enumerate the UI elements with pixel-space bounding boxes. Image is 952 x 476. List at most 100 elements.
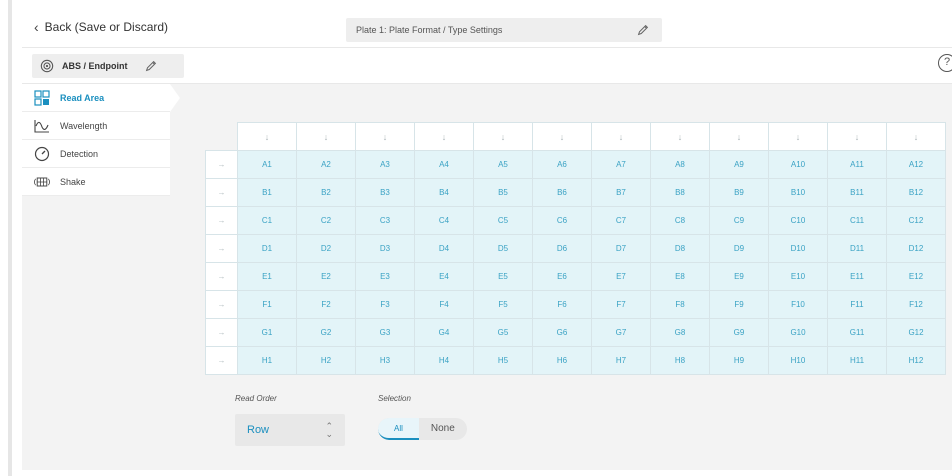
plate-well[interactable]: H6 — [532, 346, 592, 375]
plate-well[interactable]: D11 — [827, 234, 887, 263]
plate-well[interactable]: F2 — [296, 290, 356, 319]
plate-well[interactable]: C12 — [886, 206, 946, 235]
row-select-arrow[interactable]: → — [205, 318, 238, 347]
plate-well[interactable]: A1 — [237, 150, 297, 179]
plate-well[interactable]: B11 — [827, 178, 887, 207]
select-none-button[interactable]: None — [419, 418, 467, 440]
plate-well[interactable]: B8 — [650, 178, 710, 207]
row-select-arrow[interactable]: → — [205, 206, 238, 235]
plate-well[interactable]: D12 — [886, 234, 946, 263]
plate-well[interactable]: A12 — [886, 150, 946, 179]
plate-well[interactable]: B10 — [768, 178, 828, 207]
plate-well[interactable]: F12 — [886, 290, 946, 319]
column-select-arrow[interactable]: ↓ — [591, 122, 651, 151]
plate-well[interactable]: H8 — [650, 346, 710, 375]
plate-well[interactable]: C3 — [355, 206, 415, 235]
plate-well[interactable]: F1 — [237, 290, 297, 319]
column-select-arrow[interactable]: ↓ — [473, 122, 533, 151]
plate-well[interactable]: E10 — [768, 262, 828, 291]
sidebar-item-detection[interactable]: Detection — [22, 140, 170, 168]
column-select-arrow[interactable]: ↓ — [355, 122, 415, 151]
plate-well[interactable]: G1 — [237, 318, 297, 347]
plate-well[interactable]: H11 — [827, 346, 887, 375]
sidebar-item-read-area[interactable]: Read Area — [22, 84, 180, 112]
measurement-mode-chip[interactable]: ABS / Endpoint — [32, 54, 184, 78]
plate-well[interactable]: F11 — [827, 290, 887, 319]
plate-well[interactable]: B9 — [709, 178, 769, 207]
plate-well[interactable]: D3 — [355, 234, 415, 263]
sidebar-item-wavelength[interactable]: Wavelength — [22, 112, 170, 140]
column-select-arrow[interactable]: ↓ — [414, 122, 474, 151]
plate-well[interactable]: G12 — [886, 318, 946, 347]
column-select-arrow[interactable]: ↓ — [532, 122, 592, 151]
plate-well[interactable]: B2 — [296, 178, 356, 207]
plate-well[interactable]: B7 — [591, 178, 651, 207]
plate-well[interactable]: H1 — [237, 346, 297, 375]
plate-well[interactable]: C5 — [473, 206, 533, 235]
plate-well[interactable]: H12 — [886, 346, 946, 375]
plate-well[interactable]: A7 — [591, 150, 651, 179]
plate-well[interactable]: F10 — [768, 290, 828, 319]
plate-well[interactable]: F4 — [414, 290, 474, 319]
row-select-arrow[interactable]: → — [205, 290, 238, 319]
plate-well[interactable]: A4 — [414, 150, 474, 179]
plate-well[interactable]: A3 — [355, 150, 415, 179]
plate-well[interactable]: A5 — [473, 150, 533, 179]
plate-well[interactable]: D5 — [473, 234, 533, 263]
plate-well[interactable]: F8 — [650, 290, 710, 319]
plate-well[interactable]: E8 — [650, 262, 710, 291]
plate-well[interactable]: D4 — [414, 234, 474, 263]
help-icon[interactable]: ? — [938, 54, 952, 72]
plate-well[interactable]: C11 — [827, 206, 887, 235]
plate-well[interactable]: G7 — [591, 318, 651, 347]
plate-well[interactable]: D9 — [709, 234, 769, 263]
plate-well[interactable]: H9 — [709, 346, 769, 375]
plate-well[interactable]: G3 — [355, 318, 415, 347]
plate-well[interactable]: G2 — [296, 318, 356, 347]
plate-well[interactable]: A2 — [296, 150, 356, 179]
column-select-arrow[interactable]: ↓ — [827, 122, 887, 151]
column-select-arrow[interactable]: ↓ — [709, 122, 769, 151]
sidebar-item-shake[interactable]: Shake — [22, 168, 170, 196]
plate-well[interactable]: A6 — [532, 150, 592, 179]
row-select-arrow[interactable]: → — [205, 346, 238, 375]
plate-well[interactable]: H2 — [296, 346, 356, 375]
plate-well[interactable]: B4 — [414, 178, 474, 207]
pencil-icon[interactable] — [144, 59, 158, 73]
plate-well[interactable]: C9 — [709, 206, 769, 235]
plate-well[interactable]: E9 — [709, 262, 769, 291]
plate-well[interactable]: H4 — [414, 346, 474, 375]
plate-well[interactable]: H5 — [473, 346, 533, 375]
plate-well[interactable]: D8 — [650, 234, 710, 263]
plate-well[interactable]: E2 — [296, 262, 356, 291]
plate-well[interactable]: G9 — [709, 318, 769, 347]
plate-well[interactable]: F9 — [709, 290, 769, 319]
column-select-arrow[interactable]: ↓ — [237, 122, 297, 151]
plate-settings-title[interactable]: Plate 1: Plate Format / Type Settings — [346, 18, 662, 42]
plate-well[interactable]: B5 — [473, 178, 533, 207]
plate-well[interactable]: G11 — [827, 318, 887, 347]
plate-well[interactable]: B6 — [532, 178, 592, 207]
plate-well[interactable]: E1 — [237, 262, 297, 291]
plate-well[interactable]: D6 — [532, 234, 592, 263]
plate-well[interactable]: C10 — [768, 206, 828, 235]
column-select-arrow[interactable]: ↓ — [650, 122, 710, 151]
plate-well[interactable]: C8 — [650, 206, 710, 235]
plate-well[interactable]: C6 — [532, 206, 592, 235]
plate-well[interactable]: D10 — [768, 234, 828, 263]
plate-well[interactable]: E3 — [355, 262, 415, 291]
plate-well[interactable]: D1 — [237, 234, 297, 263]
plate-well[interactable]: H10 — [768, 346, 828, 375]
plate-well[interactable]: E5 — [473, 262, 533, 291]
plate-well[interactable]: E12 — [886, 262, 946, 291]
plate-well[interactable]: F6 — [532, 290, 592, 319]
row-select-arrow[interactable]: → — [205, 234, 238, 263]
plate-well[interactable]: E4 — [414, 262, 474, 291]
column-select-arrow[interactable]: ↓ — [296, 122, 356, 151]
plate-well[interactable]: G10 — [768, 318, 828, 347]
plate-well[interactable]: A9 — [709, 150, 769, 179]
plate-well[interactable]: E11 — [827, 262, 887, 291]
row-select-arrow[interactable]: → — [205, 262, 238, 291]
plate-well[interactable]: G8 — [650, 318, 710, 347]
plate-well[interactable]: G5 — [473, 318, 533, 347]
